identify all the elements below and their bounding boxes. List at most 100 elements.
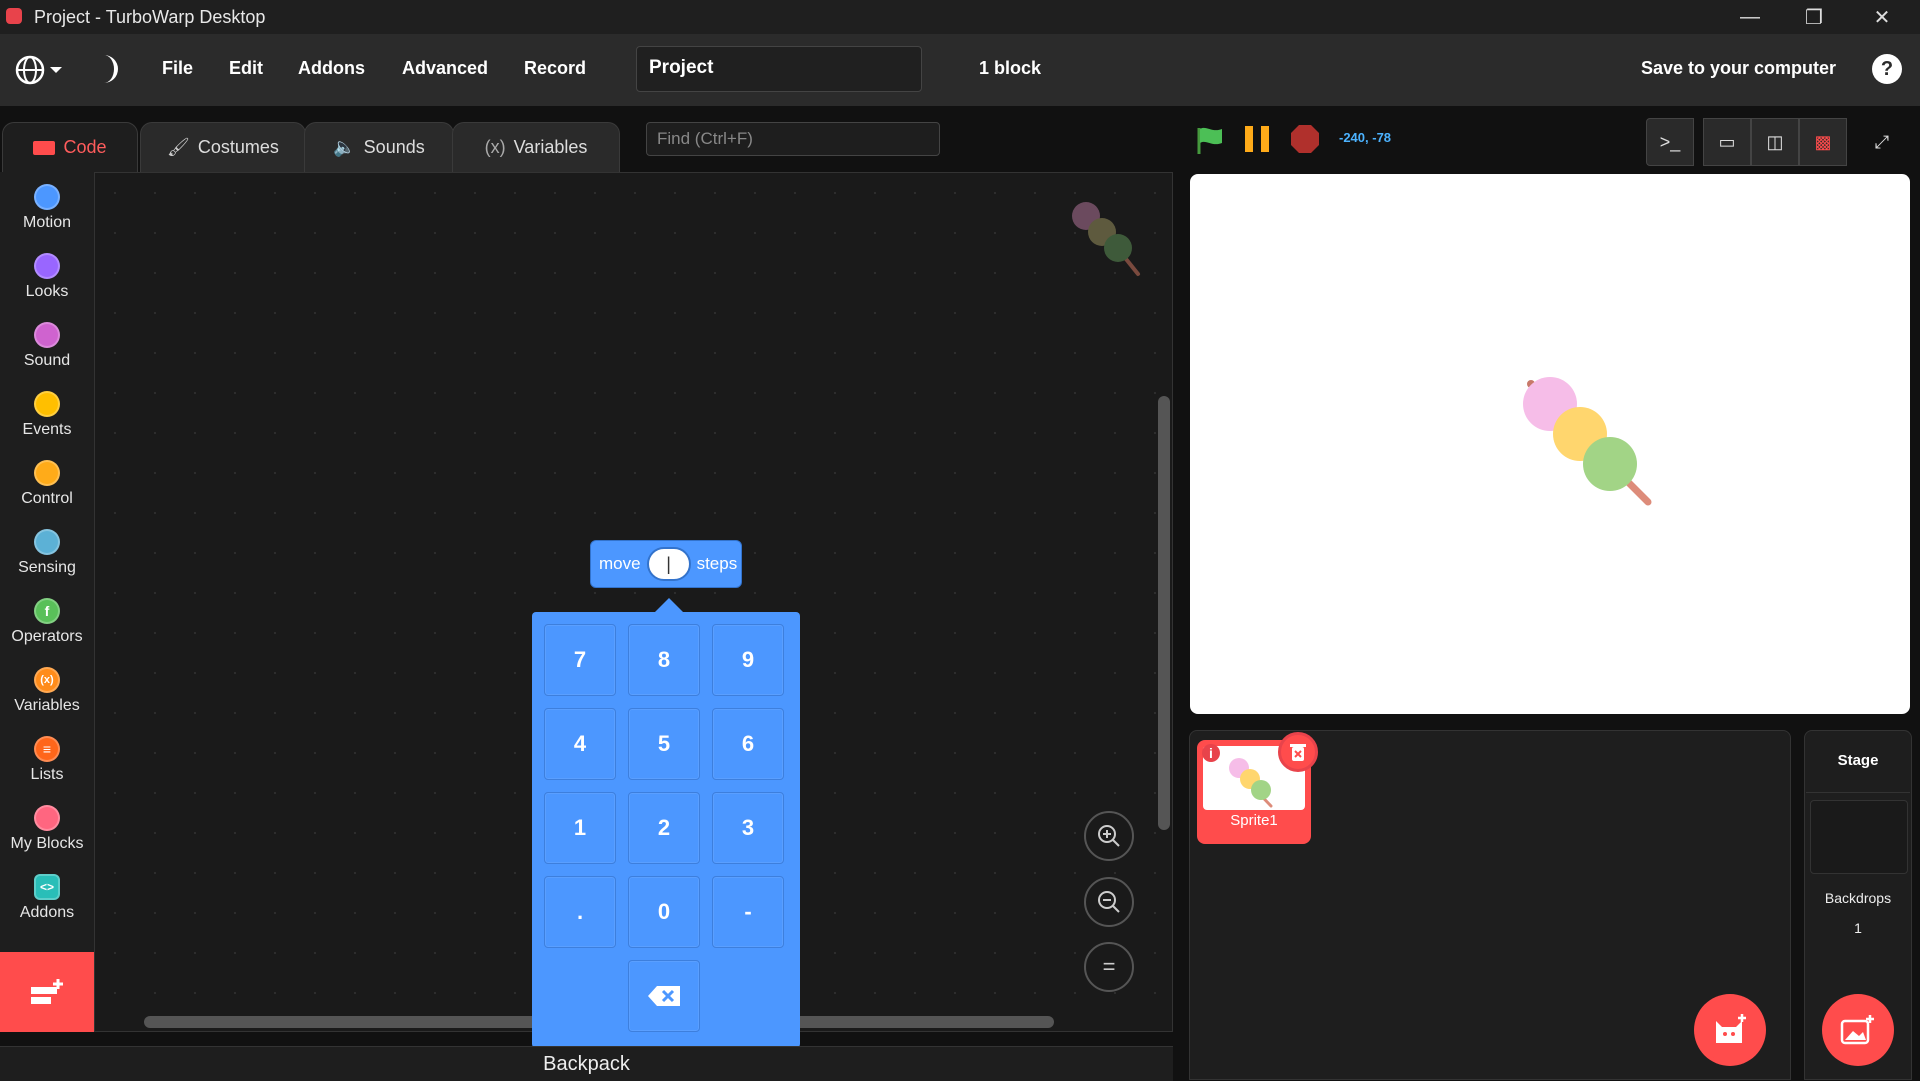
stage-pane-title: Stage (1837, 752, 1879, 769)
backdrop-thumbnail[interactable] (1810, 800, 1908, 874)
zoom-in-button[interactable] (1084, 811, 1134, 861)
pause-button[interactable] (1242, 124, 1272, 159)
tab-variables[interactable]: (x) Variables (452, 122, 620, 172)
zoom-in-icon (1098, 825, 1120, 847)
backspace-icon (648, 986, 680, 1006)
add-backdrop-button[interactable] (1822, 994, 1894, 1066)
key-9[interactable]: 9 (712, 624, 784, 696)
key-3[interactable]: 3 (712, 792, 784, 864)
green-flag-button[interactable] (1194, 124, 1226, 161)
stage-pane-divider (1806, 792, 1910, 793)
turbowarp-logo-icon (6, 8, 22, 24)
backspace-button[interactable] (628, 960, 700, 1032)
key-8[interactable]: 8 (628, 624, 700, 696)
debugger-button[interactable]: >_ (1646, 118, 1694, 166)
category-motion[interactable]: Motion (0, 172, 94, 241)
key-0[interactable]: 0 (628, 876, 700, 948)
menu-record[interactable]: Record (524, 58, 586, 79)
backdrops-label: Backdrops (1824, 890, 1892, 906)
theme-toggle-button[interactable] (96, 52, 122, 91)
category-sound[interactable]: Sound (0, 310, 94, 379)
key-5[interactable]: 5 (628, 708, 700, 780)
addons-icon: <> (34, 874, 60, 900)
key-7[interactable]: 7 (544, 624, 616, 696)
add-sprite-button[interactable] (1694, 994, 1766, 1066)
fullscreen-icon: ⤢ (1874, 131, 1890, 152)
operators-icon: f (34, 598, 60, 624)
move-steps-block[interactable]: move | steps (590, 540, 742, 588)
stage-canvas[interactable] (1190, 174, 1910, 714)
sprite-dango[interactable] (1520, 374, 1660, 514)
sprite-info-button[interactable]: i (1202, 744, 1220, 762)
save-to-computer-button[interactable]: Save to your computer (1641, 58, 1836, 79)
minimize-icon[interactable]: — (1722, 0, 1778, 34)
events-icon (34, 391, 60, 417)
control-icon (34, 460, 60, 486)
large-stage-icon: ▩ (1814, 131, 1832, 152)
zoom-reset-button[interactable]: = (1084, 942, 1134, 992)
lists-icon: ≡ (34, 736, 60, 762)
stop-icon (1291, 125, 1319, 153)
block-count: 1 block (979, 58, 1042, 78)
normal-stage-button[interactable]: ◫ (1751, 118, 1799, 166)
small-stage-icon: ▭ (1718, 131, 1736, 152)
category-my-blocks[interactable]: My Blocks (0, 793, 94, 862)
looks-icon (34, 253, 60, 279)
category-sensing[interactable]: Sensing (0, 517, 94, 586)
title-bar: Project - TurboWarp Desktop — ❐ ✕ (0, 0, 1920, 34)
pause-icon (1245, 126, 1269, 152)
help-button[interactable]: ? (1872, 54, 1902, 84)
normal-stage-icon: ◫ (1766, 131, 1784, 152)
key-minus[interactable]: - (712, 876, 784, 948)
numpad-pointer (655, 598, 683, 612)
menu-advanced[interactable]: Advanced (402, 58, 488, 79)
backpack-header[interactable]: Backpack (0, 1046, 1173, 1081)
category-addons[interactable]: <> Addons (0, 862, 94, 931)
image-plus-icon (1840, 1015, 1874, 1045)
category-looks[interactable]: Looks (0, 241, 94, 310)
variable-icon: (x) (484, 137, 506, 157)
restore-icon[interactable]: ❐ (1786, 0, 1842, 34)
category-control[interactable]: Control (0, 448, 94, 517)
delete-sprite-button[interactable] (1278, 732, 1318, 772)
menu-file[interactable]: File (162, 58, 193, 79)
tab-sounds[interactable]: 🔈 Sounds (304, 122, 454, 172)
find-input[interactable]: Find (Ctrl+F) (646, 122, 940, 156)
project-title-input[interactable]: Project (636, 46, 922, 92)
key-4[interactable]: 4 (544, 708, 616, 780)
key-decimal[interactable]: . (544, 876, 616, 948)
block-move-label: move (599, 554, 641, 573)
tab-code[interactable]: Code (2, 122, 138, 172)
sprite-watermark (1068, 198, 1148, 283)
category-events[interactable]: Events (0, 379, 94, 448)
key-1[interactable]: 1 (544, 792, 616, 864)
brush-icon: 🖌 (167, 137, 190, 157)
sensing-icon (34, 529, 60, 555)
category-operators[interactable]: f Operators (0, 586, 94, 655)
moon-icon (104, 55, 118, 83)
stop-button[interactable] (1290, 124, 1320, 159)
menu-edit[interactable]: Edit (229, 58, 263, 79)
large-stage-button[interactable]: ▩ (1799, 118, 1847, 166)
workspace-vertical-scrollbar[interactable] (1158, 396, 1170, 830)
language-button[interactable] (14, 54, 64, 91)
numeric-keypad: 7 8 9 4 5 6 1 2 3 . 0 - (532, 612, 800, 1048)
small-stage-button[interactable]: ▭ (1703, 118, 1751, 166)
green-flag-icon (1197, 127, 1222, 154)
mouse-coordinates: -240, -78 (1339, 130, 1392, 145)
equals-icon: = (1102, 954, 1116, 979)
key-6[interactable]: 6 (712, 708, 784, 780)
category-variables[interactable]: (x) Variables (0, 655, 94, 724)
add-extension-button[interactable] (0, 952, 94, 1032)
variables-icon: (x) (34, 667, 60, 693)
tab-costumes[interactable]: 🖌 Costumes (140, 122, 306, 172)
close-icon[interactable]: ✕ (1854, 0, 1910, 34)
zoom-out-icon (1098, 891, 1120, 913)
zoom-out-button[interactable] (1084, 877, 1134, 927)
block-steps-label: steps (696, 554, 738, 573)
menu-addons[interactable]: Addons (298, 58, 365, 79)
category-lists[interactable]: ≡ Lists (0, 724, 94, 793)
key-2[interactable]: 2 (628, 792, 700, 864)
fullscreen-button[interactable]: ⤢ (1858, 118, 1906, 166)
steps-input[interactable]: | (646, 547, 691, 581)
